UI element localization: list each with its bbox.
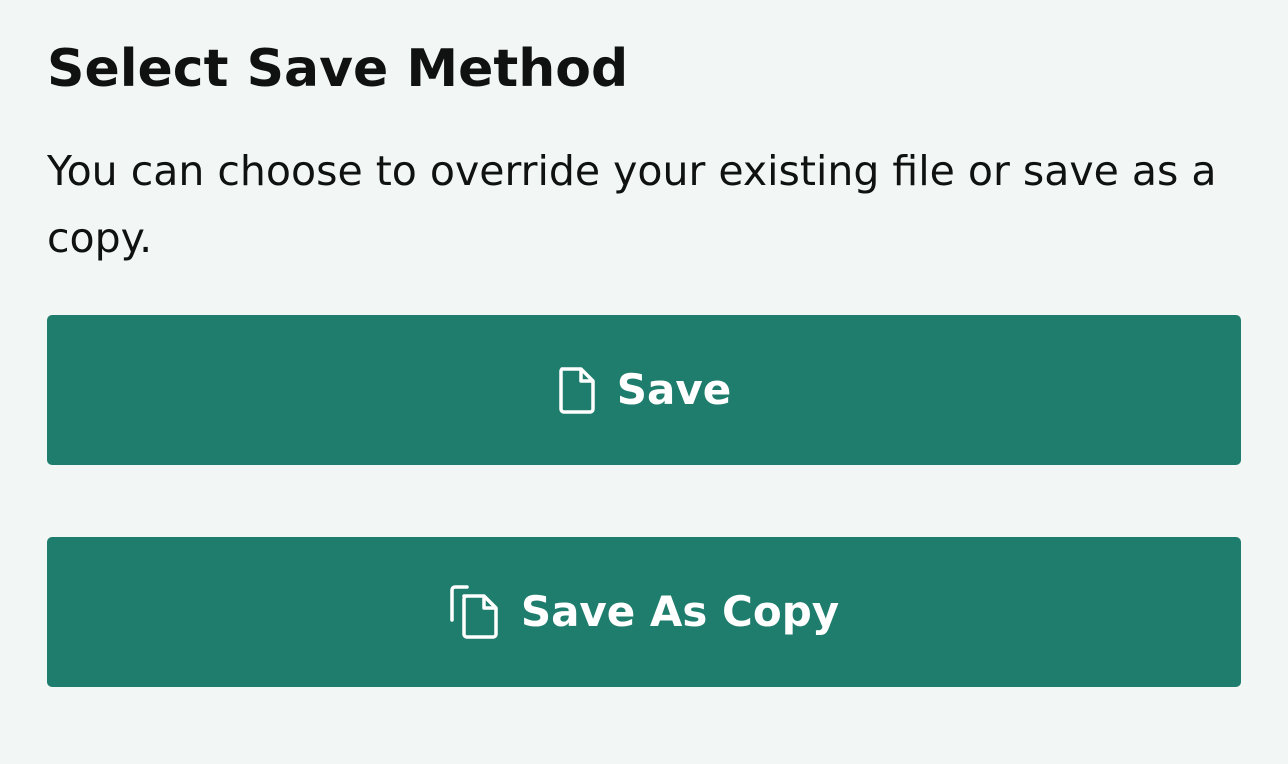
- file-icon: [557, 366, 597, 414]
- save-button-label: Save: [616, 365, 732, 414]
- save-as-copy-button[interactable]: Save As Copy: [47, 537, 1241, 687]
- save-as-copy-button-label: Save As Copy: [520, 587, 840, 636]
- dialog-title: Select Save Method: [47, 39, 629, 99]
- save-method-panel: Select Save Method You can choose to ove…: [0, 0, 1288, 764]
- save-button[interactable]: Save: [47, 315, 1241, 465]
- dialog-description: You can choose to override your existing…: [47, 147, 1217, 262]
- copy-icon: [449, 584, 501, 640]
